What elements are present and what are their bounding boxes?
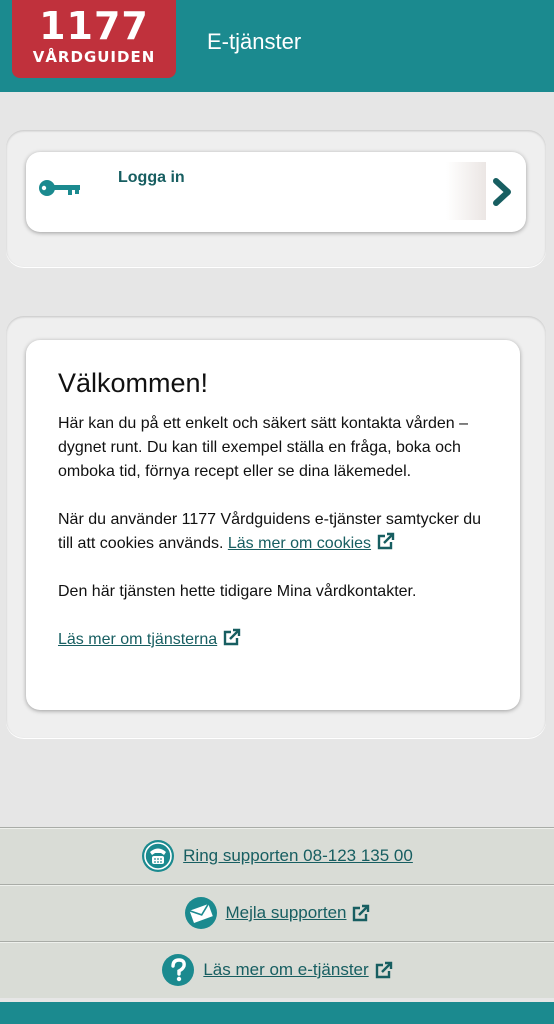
footer-phone-link[interactable]: Ring supporten 08-123 135 00 [183,846,413,866]
services-link[interactable]: Läs mer om tjänsterna [58,631,217,648]
former-name-text: Den här tjänsten hette tidigare Mina vår… [58,583,417,600]
welcome-intro: Här kan du på ett enkelt och säkert sätt… [58,415,469,480]
login-fade [446,162,486,220]
footer-item-help[interactable]: Läs mer om e-tjänster [0,941,554,998]
cookies-paragraph: När du använder 1177 Vårdguidens e-tjäns… [58,508,498,556]
welcome-panel: Välkommen! Här kan du på ett enkelt och … [6,316,546,738]
footer-mail-link[interactable]: Mejla supporten [226,903,347,923]
services-link-label: Läs mer om tjänsterna [58,631,218,648]
external-link-icon[interactable] [377,532,395,550]
services-paragraph: Läs mer om tjänsterna [58,628,498,652]
login-button[interactable]: Logga in [26,152,526,232]
welcome-title: Välkommen! [58,368,209,398]
external-link-icon[interactable] [223,628,241,646]
vardguiden-logo[interactable]: 1177 VÅRDGUIDEN [12,0,176,78]
logo-number: 1177 [39,4,149,48]
app-header: 1177 VÅRDGUIDEN E-tjänster [0,0,554,92]
key-icon [39,180,80,196]
login-label: Logga in [118,169,185,186]
footer-help-link[interactable]: Läs mer om e-tjänster [203,960,368,980]
footer-item-phone[interactable]: Ring supporten 08-123 135 00 [0,827,554,884]
cookies-link-label: Läs mer om cookies [227,535,372,552]
external-link-icon[interactable] [375,961,393,979]
login-panel: Logga in [6,130,546,267]
page-title: E-tjänster [207,29,302,54]
help-icon [162,954,195,986]
mail-icon [184,897,217,929]
footer-mail-label: Mejla supporten [225,903,347,922]
external-link-icon[interactable] [352,904,370,922]
bottom-bar [0,1002,554,1024]
footer-help-label: Läs mer om e-tjänster [203,960,369,979]
cookies-link[interactable]: Läs mer om cookies [228,535,371,552]
logo-name: VÅRDGUIDEN [32,48,156,66]
footer-item-mail[interactable]: Mejla supporten [0,884,554,941]
phone-icon [142,840,175,872]
footer: Ring supporten 08-123 135 00 Mejla suppo… [0,827,554,998]
chevron-right-icon [493,178,511,206]
welcome-card: Välkommen! Här kan du på ett enkelt och … [26,340,520,710]
